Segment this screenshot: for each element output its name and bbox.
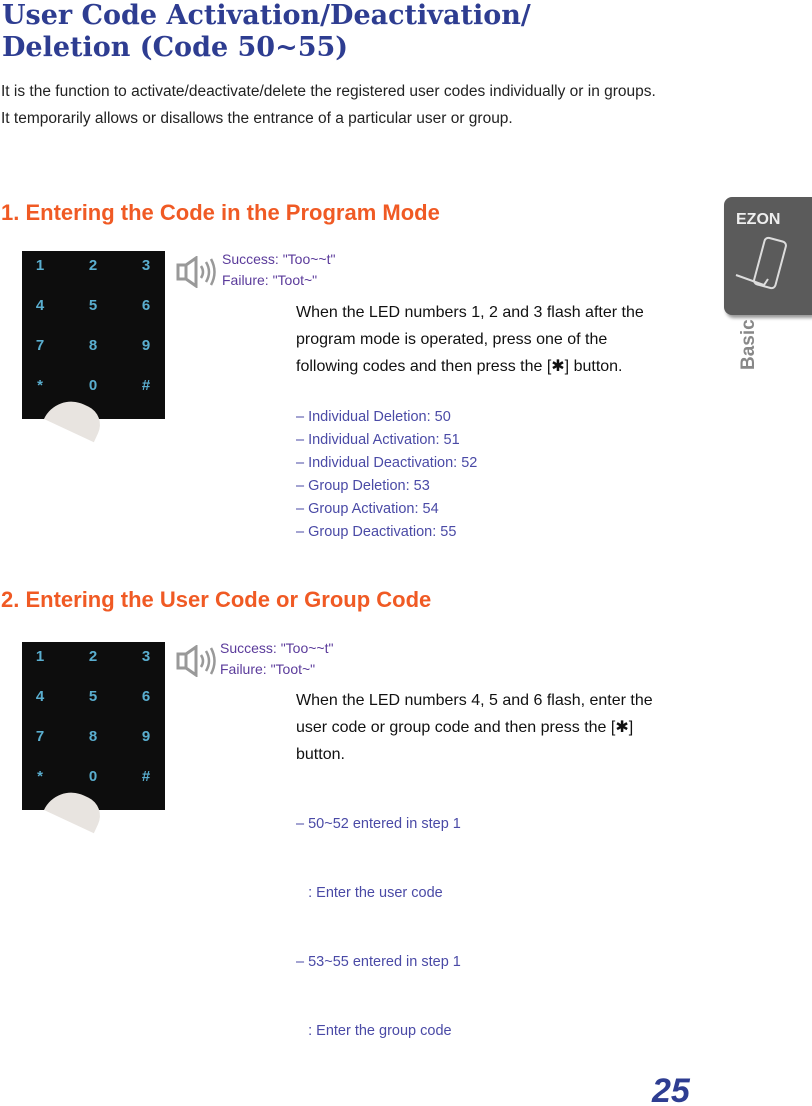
- code-list: – Individual Deletion: 50 – Individual A…: [296, 406, 477, 544]
- intro-text: It is the function to activate/deactivat…: [1, 78, 701, 132]
- page-title: User Code Activation/Deactivation/Deleti…: [2, 0, 531, 64]
- keypad-key: 0: [88, 377, 98, 394]
- keypad-key: 3: [141, 648, 151, 665]
- list-item: : Enter the group code: [296, 1023, 452, 1039]
- keypad-key: 4: [35, 297, 45, 314]
- list-item: – Individual Activation: 51: [296, 432, 460, 448]
- keypad-key: 8: [88, 337, 98, 354]
- finger-image: [44, 391, 107, 443]
- keypad-key: 9: [141, 728, 151, 745]
- list-item: : Enter the user code: [296, 885, 443, 901]
- list-item: – Group Activation: 54: [296, 501, 439, 517]
- keypad-key: 5: [88, 688, 98, 705]
- list-item: – Individual Deletion: 50: [296, 409, 451, 425]
- keypad-key: 7: [35, 728, 45, 745]
- list-item: – 50~52 entered in step 1: [296, 816, 461, 832]
- keypad-key: *: [37, 377, 43, 394]
- section-1-heading: 1. Entering the Code in the Program Mode: [1, 200, 440, 225]
- keypad-key: 7: [35, 337, 45, 354]
- intro-paragraph: It is the function to activate/deactivat…: [1, 83, 656, 100]
- keypad-key: 4: [35, 688, 45, 705]
- page-number: 25: [652, 1072, 690, 1106]
- keypad-image: 1 2 3 4 5 6 7 8 9 * 0 #: [22, 642, 165, 834]
- section-2-description: When the LED numbers 4, 5 and 6 flash, e…: [296, 692, 653, 763]
- keypad-key: 0: [88, 768, 98, 785]
- failure-sound-text: Failure: "Toot~": [220, 661, 316, 677]
- section-2-heading: 2. Entering the User Code or Group Code: [1, 587, 432, 612]
- document-page: User Code Activation/Deactivation/Deleti…: [0, 0, 812, 1106]
- section-1-description: When the LED numbers 1, 2 and 3 flash af…: [296, 304, 644, 375]
- speaker-icon: [176, 645, 216, 677]
- keypad-key: 3: [141, 257, 151, 274]
- failure-sound-text: Failure: "Toot~": [222, 272, 318, 288]
- finger-image: [44, 782, 107, 834]
- success-sound-text: Success: "Too~~t": [222, 251, 336, 267]
- sound-feedback: Success: "Too~~t" Failure: "Toot~": [220, 638, 333, 680]
- section-tab-label: Basic: [738, 319, 759, 370]
- keypad-key: 1: [35, 257, 45, 274]
- side-tab-product-image: EZON: [724, 197, 812, 315]
- keypad-key: *: [37, 768, 43, 785]
- door-lock-icon: [735, 236, 787, 290]
- success-sound-text: Success: "Too~~t": [220, 640, 334, 656]
- keypad-key: 9: [141, 337, 151, 354]
- keypad-key: 2: [88, 257, 98, 274]
- intro-paragraph: It temporarily allows or disallows the e…: [1, 110, 513, 127]
- keypad-key: 1: [35, 648, 45, 665]
- list-item: – Group Deletion: 53: [296, 478, 430, 494]
- sound-feedback: Success: "Too~~t" Failure: "Toot~": [222, 249, 335, 291]
- speaker-icon: [176, 256, 216, 288]
- keypad-key: 2: [88, 648, 98, 665]
- keypad-key: #: [141, 768, 151, 785]
- list-item: – Group Deactivation: 55: [296, 524, 457, 540]
- title-line-2: Deletion (Code 50~55): [2, 32, 349, 63]
- title-line-1: User Code Activation/Deactivation/: [2, 0, 531, 31]
- keypad-key: #: [141, 377, 151, 394]
- keypad-key: 5: [88, 297, 98, 314]
- list-item: – 53~55 entered in step 1: [296, 954, 461, 970]
- keypad-key: 8: [88, 728, 98, 745]
- keypad-key: 6: [141, 688, 151, 705]
- instruction-list: – 50~52 entered in step 1 : Enter the us…: [296, 767, 461, 1089]
- keypad-image: 1 2 3 4 5 6 7 8 9 * 0 #: [22, 251, 165, 443]
- keypad-key: 6: [141, 297, 151, 314]
- list-item: – Individual Deactivation: 52: [296, 455, 478, 471]
